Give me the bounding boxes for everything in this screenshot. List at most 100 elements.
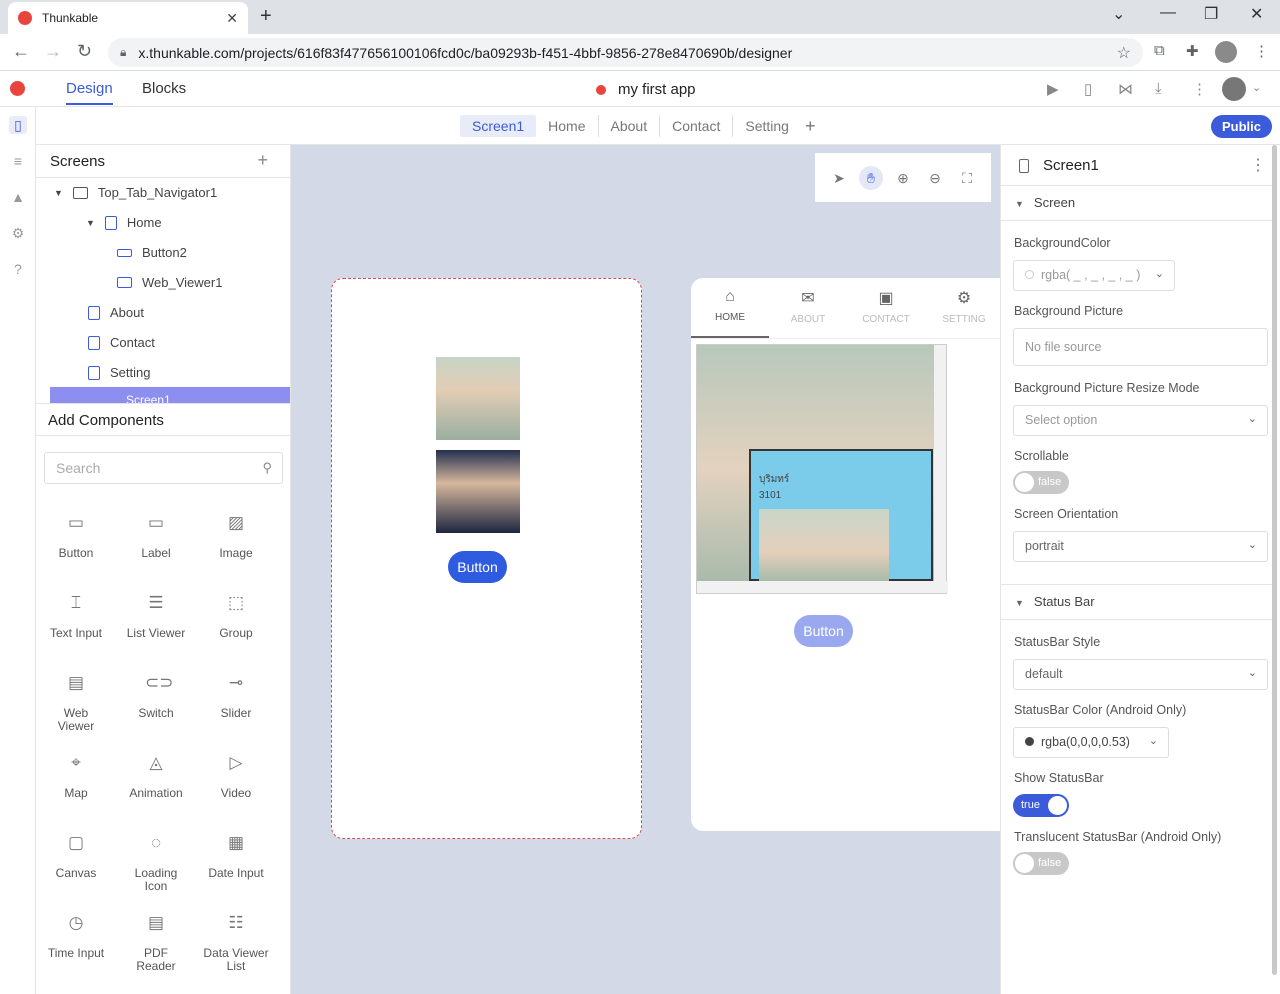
statusbar-style-select[interactable]: default ⌄: [1013, 659, 1268, 690]
phone-editor-frame[interactable]: Button: [331, 278, 642, 839]
component-canvas[interactable]: ▢ Canvas: [36, 832, 116, 880]
component-web-viewer[interactable]: ▤ Web Viewer: [36, 672, 116, 733]
component-pdf-reader[interactable]: ▤ PDF Reader: [116, 912, 196, 973]
component-map[interactable]: ⌖ Map: [36, 752, 116, 800]
image-photo-1[interactable]: [436, 357, 520, 440]
translucent-statusbar-toggle[interactable]: false: [1013, 852, 1069, 875]
component-date-input[interactable]: ▦ Date Input: [196, 832, 276, 880]
background-picture-field[interactable]: No file source: [1013, 328, 1268, 366]
url-field[interactable]: 🔒︎ x.thunkable.com/projects/616f83f47765…: [108, 38, 1143, 67]
section-screen[interactable]: ▼ Screen: [1001, 185, 1273, 221]
screen-tab-setting[interactable]: Setting: [733, 115, 801, 137]
window-close-icon[interactable]: ✕: [1250, 4, 1263, 24]
settings-gear-icon[interactable]: ⚙: [9, 224, 27, 242]
hand-pan-icon[interactable]: ✋︎: [859, 165, 883, 190]
horizontal-scrollbar[interactable]: [697, 581, 948, 593]
tree-item-screen1-selected[interactable]: Screen1: [50, 387, 290, 403]
more-options-icon[interactable]: ⋮: [1250, 155, 1266, 175]
section-status-bar[interactable]: ▼ Status Bar: [1001, 584, 1273, 620]
component-video[interactable]: ▷ Video: [196, 752, 276, 800]
zoom-out-icon[interactable]: ⊖: [923, 166, 947, 190]
scrollable-toggle[interactable]: false: [1013, 471, 1069, 494]
restore-icon[interactable]: ❐: [1204, 4, 1218, 24]
database-icon[interactable]: ≡: [9, 152, 27, 170]
minimize-icon[interactable]: —: [1160, 4, 1176, 22]
bookmark-star-icon[interactable]: ☆: [1117, 43, 1131, 63]
tree-item-button2[interactable]: Button2: [117, 245, 187, 260]
reload-icon[interactable]: ↻: [77, 41, 92, 62]
browser-menu-icon[interactable]: ⋮: [1254, 42, 1269, 60]
tree-item-setting[interactable]: Setting: [88, 365, 150, 380]
profile-avatar[interactable]: [1215, 41, 1237, 63]
public-button[interactable]: Public: [1211, 115, 1273, 138]
assets-icon[interactable]: ▲: [9, 188, 27, 206]
preview-button[interactable]: Button: [794, 615, 853, 647]
preview-tab-contact[interactable]: ▣ CONTACT: [847, 288, 925, 325]
zoom-in-icon[interactable]: ⊕: [891, 166, 915, 190]
play-icon[interactable]: ▶: [1047, 80, 1059, 98]
chevron-down-icon[interactable]: ⌄: [1252, 81, 1261, 94]
caret-down-icon[interactable]: ▼: [86, 218, 95, 228]
component-button[interactable]: ▭ Button: [36, 512, 116, 560]
browser-tab[interactable]: Thunkable ✕: [8, 2, 248, 34]
component-switch[interactable]: ⊂⊃ Switch: [116, 672, 196, 720]
forward-icon[interactable]: →: [44, 41, 62, 62]
add-screen-icon[interactable]: +: [805, 116, 816, 137]
component-group[interactable]: ⬚ Group: [196, 592, 276, 640]
component-data-viewer-list[interactable]: ☷ Data Viewer List: [196, 912, 276, 973]
tree-item-about[interactable]: About: [88, 305, 144, 320]
component-search-input[interactable]: Search ⚲: [44, 452, 283, 484]
preview-web-viewer[interactable]: บุริมทร์ 3101: [696, 344, 948, 594]
statusbar-color-picker[interactable]: rgba(0,0,0,0.53) ⌄: [1013, 727, 1169, 758]
extension-icon[interactable]: ⧉: [1154, 42, 1165, 59]
more-options-icon[interactable]: ⋮: [1192, 80, 1207, 98]
component-label[interactable]: ▭ Label: [116, 512, 196, 560]
orientation-select[interactable]: portrait ⌄: [1013, 531, 1268, 562]
preview-tab-about[interactable]: ✉ ABOUT: [769, 288, 847, 325]
screen-tab-home[interactable]: Home: [536, 115, 599, 137]
tree-item-web-viewer1[interactable]: Web_Viewer1: [117, 275, 222, 290]
puzzle-extensions-icon[interactable]: ✚: [1186, 42, 1199, 60]
screen-tab-screen1[interactable]: Screen1: [460, 115, 537, 137]
image-photo-2[interactable]: [436, 450, 520, 533]
properties-scrollbar[interactable]: [1272, 145, 1277, 975]
preview-tab-home[interactable]: ⌂ HOME: [691, 288, 769, 323]
screen-designer-icon[interactable]: ▯: [9, 116, 27, 134]
user-avatar[interactable]: [1222, 77, 1246, 101]
component-text-input[interactable]: ⌶ Text Input: [36, 592, 116, 640]
component-loading-icon[interactable]: ◌ Loading Icon: [116, 832, 196, 893]
help-icon[interactable]: ?: [9, 260, 27, 278]
back-icon[interactable]: ←: [12, 41, 30, 62]
resize-mode-select[interactable]: Select option ⌄: [1013, 405, 1268, 436]
project-name[interactable]: my first app: [596, 81, 696, 98]
screen-tab-contact[interactable]: Contact: [660, 115, 734, 137]
thunkable-logo-icon[interactable]: [10, 81, 25, 96]
component-slider[interactable]: ⊸ Slider: [196, 672, 276, 720]
download-icon[interactable]: ⤓: [1155, 80, 1162, 97]
add-screen-plus-icon[interactable]: +: [257, 150, 268, 171]
tab-design[interactable]: Design: [66, 80, 113, 105]
vertical-scrollbar[interactable]: [934, 345, 946, 581]
background-color-picker[interactable]: rgba( _ , _ , _ , _ ) ⌄: [1013, 260, 1175, 291]
live-test-icon[interactable]: ▯: [1084, 80, 1092, 98]
editor-button[interactable]: Button: [448, 551, 507, 583]
screen-tab-about[interactable]: About: [599, 115, 661, 137]
tree-item-home[interactable]: ▼ Home: [86, 215, 162, 230]
tree-item-top-tab-navigator[interactable]: ▼ Top_Tab_Navigator1: [54, 185, 217, 200]
new-tab-icon[interactable]: +: [260, 5, 272, 28]
show-statusbar-toggle[interactable]: true: [1013, 794, 1069, 817]
design-canvas[interactable]: ➤ ✋︎ ⊕ ⊖ ⛶ Button ⌂ HOME ✉ ABOUT ▣ CONTACT …: [291, 145, 1000, 994]
component-image[interactable]: ▨ Image: [196, 512, 276, 560]
tab-blocks[interactable]: Blocks: [142, 80, 186, 97]
component-list-viewer[interactable]: ☰ List Viewer: [116, 592, 196, 640]
fit-screen-icon[interactable]: ⛶: [955, 166, 979, 190]
close-tab-icon[interactable]: ✕: [226, 10, 238, 27]
preview-tab-setting[interactable]: ⚙ SETTING: [925, 288, 1000, 325]
tree-item-contact[interactable]: Contact: [88, 335, 155, 350]
share-icon[interactable]: ⋈: [1118, 80, 1133, 98]
component-animation[interactable]: ◬ Animation: [116, 752, 196, 800]
select-pointer-icon[interactable]: ➤: [827, 166, 851, 190]
caret-down-icon[interactable]: ▼: [54, 188, 63, 198]
tab-search-icon[interactable]: ⌄: [1112, 4, 1125, 24]
component-time-input[interactable]: ◷ Time Input: [36, 912, 116, 960]
